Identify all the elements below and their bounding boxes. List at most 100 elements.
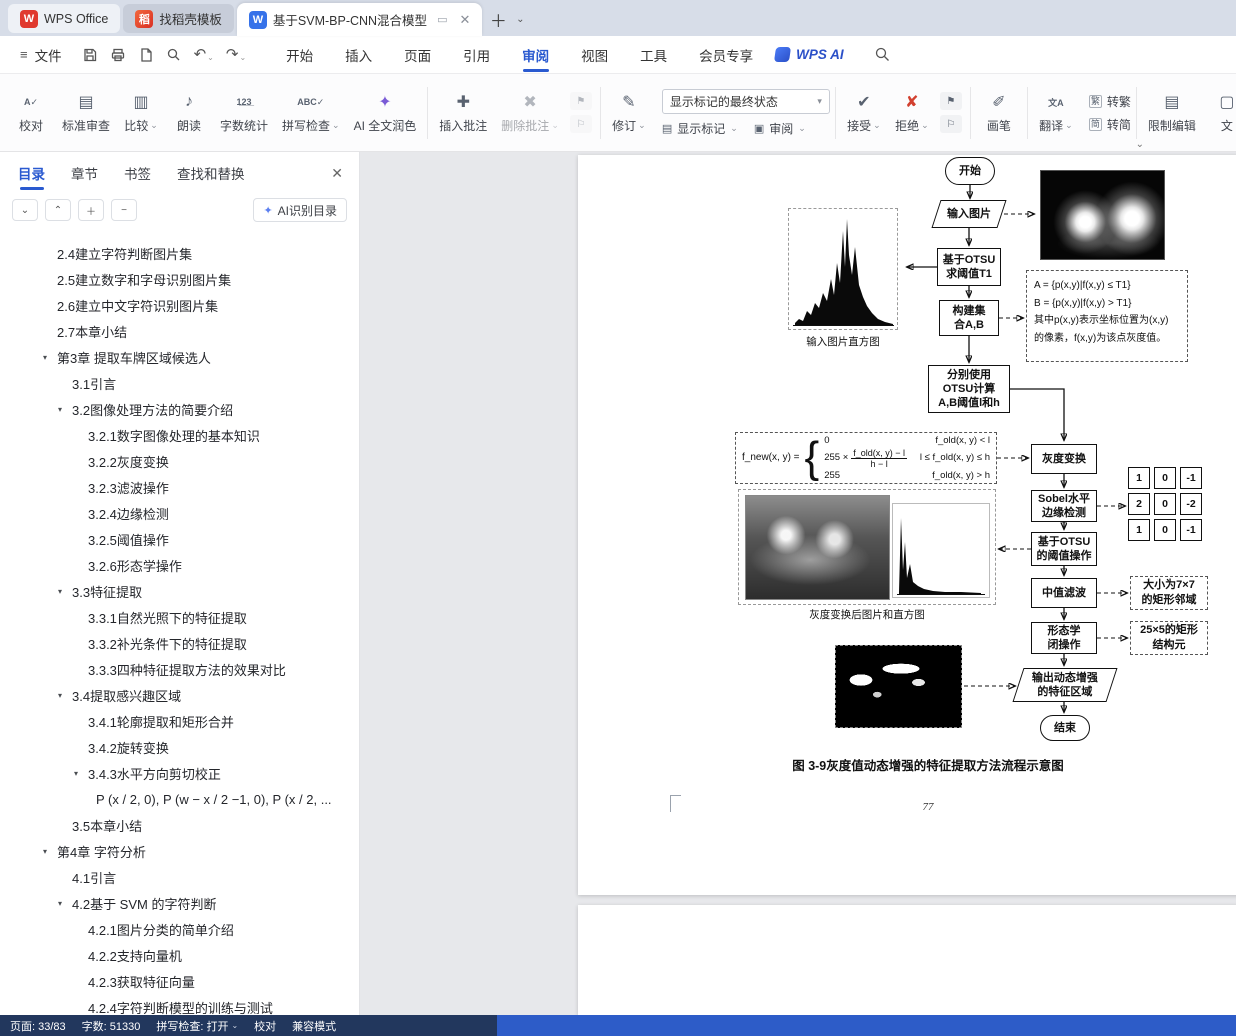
document-page[interactable]: 开始 输入图片 基于OTSU 求阈值T1 输入图片直方图 构建集 合A,B A … bbox=[578, 155, 1236, 895]
toc-item[interactable]: ▾ 3.2.2灰度变换 bbox=[0, 448, 359, 474]
print-preview-button[interactable] bbox=[138, 45, 154, 65]
menu-tab[interactable]: 会员专享 bbox=[683, 36, 769, 73]
pen-button[interactable]: ✐ 画笔 bbox=[976, 82, 1022, 144]
toc-item[interactable]: ▾ 2.6建立中文字符识别图片集 bbox=[0, 292, 359, 318]
proofing-button[interactable]: A✓ 校对 bbox=[8, 82, 54, 144]
toc-item[interactable]: ▾ 3.5本章小结 bbox=[0, 812, 359, 838]
menu-tab[interactable]: 工具 bbox=[624, 36, 683, 73]
collapse-triangle-icon[interactable]: ▾ bbox=[74, 769, 88, 778]
word-count-button[interactable]: 1̲2̲3̲ 字数统计 bbox=[214, 82, 274, 144]
sidebar-tab[interactable]: 章节 bbox=[71, 152, 98, 194]
menu-tab[interactable]: 引用 bbox=[447, 36, 506, 73]
document-area[interactable]: 开始 输入图片 基于OTSU 求阈值T1 输入图片直方图 构建集 合A,B A … bbox=[360, 152, 1236, 1015]
toc-item[interactable]: ▾ 3.2.4边缘检测 bbox=[0, 500, 359, 526]
toc-item[interactable]: ▾ 4.2.4字符判断模型的训练与测试 bbox=[0, 994, 359, 1016]
delete-comment-button[interactable]: ✖ 删除批注 ⌄ bbox=[495, 82, 565, 144]
ai-polish-button[interactable]: ✦ AI 全文润色 bbox=[348, 82, 423, 144]
collapse-ribbon-chevron-icon[interactable]: ⌄ bbox=[1136, 139, 1144, 150]
restrict-editing-button[interactable]: ▤ 限制编辑 bbox=[1142, 82, 1202, 144]
wps-ai-button[interactable]: WPS AI bbox=[774, 47, 844, 62]
menu-tab[interactable]: 审阅 bbox=[506, 36, 565, 73]
close-tab-icon[interactable]: ✕ bbox=[459, 12, 470, 28]
toc-item[interactable]: ▾ 2.5建立数字和字母识别图片集 bbox=[0, 266, 359, 292]
next-document-page[interactable] bbox=[578, 905, 1236, 1015]
toc-item[interactable]: ▾ 3.2.5阈值操作 bbox=[0, 526, 359, 552]
to-simplified-button[interactable]: 简 转简 bbox=[1088, 116, 1131, 133]
file-menu-button[interactable]: ≡ 文件 bbox=[10, 36, 72, 73]
toc-item[interactable]: ▾ 3.3.1自然光照下的特征提取 bbox=[0, 604, 359, 630]
compare-button[interactable]: ▥ 比较 ⌄ bbox=[118, 82, 164, 144]
collapse-triangle-icon[interactable]: ▾ bbox=[58, 899, 72, 908]
sidebar-tab[interactable]: 目录 bbox=[18, 152, 45, 194]
toc-item[interactable]: ▾ 4.2.3获取特征向量 bbox=[0, 968, 359, 994]
toc-item[interactable]: ▾ 3.4提取感兴趣区域 bbox=[0, 682, 359, 708]
previous-revision-icon[interactable]: ⚑ bbox=[939, 92, 962, 110]
sidebar-tab[interactable]: 书签 bbox=[124, 152, 151, 194]
expand-all-button[interactable]: ⌄ bbox=[12, 199, 38, 221]
undo-chevron-icon[interactable]: ⌄ bbox=[207, 53, 214, 62]
redo-button[interactable]: ↷ ⌄ bbox=[226, 47, 246, 62]
track-changes-button[interactable]: ✎ 修订 ⌄ bbox=[606, 82, 652, 144]
translate-button[interactable]: 文A 翻译 ⌄ bbox=[1033, 82, 1079, 144]
tab-document[interactable]: W 基于SVM-BP-CNN混合模型 ▭ ✕ bbox=[236, 3, 483, 36]
word-count-indicator[interactable]: 字数: 51330 bbox=[82, 1018, 141, 1034]
proofing-indicator[interactable]: 校对 bbox=[254, 1018, 276, 1034]
toc-item[interactable]: ▾ 3.3特征提取 bbox=[0, 578, 359, 604]
toc-item[interactable]: ▾ 3.4.3水平方向剪切校正 bbox=[0, 760, 359, 786]
spellcheck-indicator[interactable]: 拼写检查: 打开 ⌄ bbox=[156, 1018, 238, 1034]
collapse-all-button[interactable]: ⌃ bbox=[45, 199, 71, 221]
reject-change-button[interactable]: ✘ 拒绝 ⌄ bbox=[889, 82, 935, 144]
close-sidebar-icon[interactable]: ✕ bbox=[331, 165, 343, 182]
toc-item[interactable]: ▾ 2.4建立字符判断图片集 bbox=[0, 240, 359, 266]
collapse-triangle-icon[interactable]: ▾ bbox=[58, 405, 72, 414]
toc-item[interactable]: ▾ 第3章 提取车牌区域候选人 bbox=[0, 344, 359, 370]
search-button[interactable] bbox=[874, 46, 891, 63]
tab-list-chevron-icon[interactable]: ⌄ bbox=[511, 6, 529, 32]
collapse-triangle-icon[interactable]: ▾ bbox=[43, 353, 57, 362]
previous-comment-icon[interactable]: ⚑ bbox=[569, 92, 592, 110]
print-button[interactable] bbox=[110, 45, 126, 65]
standard-review-button[interactable]: ▤ 标准审查 bbox=[56, 82, 116, 144]
accept-change-button[interactable]: ✔ 接受 ⌄ bbox=[841, 82, 887, 144]
show-markup-button[interactable]: ▤ 显示标记 ⌄ bbox=[662, 120, 738, 137]
toc-item[interactable]: ▾ 3.2.1数字图像处理的基本知识 bbox=[0, 422, 359, 448]
undo-button[interactable]: ↶ ⌄ bbox=[194, 47, 214, 62]
menu-tab[interactable]: 视图 bbox=[565, 36, 624, 73]
page-indicator[interactable]: 页面: 33/83 bbox=[10, 1018, 66, 1034]
insert-comment-button[interactable]: ✚ 插入批注 bbox=[433, 82, 493, 144]
toc-item[interactable]: ▾ 3.1引言 bbox=[0, 370, 359, 396]
to-traditional-button[interactable]: 繁 转繁 bbox=[1088, 93, 1131, 110]
markup-state-select[interactable]: 显示标记的最终状态 ▾ bbox=[661, 88, 830, 114]
toc-item[interactable]: ▾ 4.2.1图片分类的简单介绍 bbox=[0, 916, 359, 942]
clipped-ribbon-button[interactable]: ▢ 文 bbox=[1204, 82, 1236, 144]
toc-item[interactable]: ▾ 3.3.2补光条件下的特征提取 bbox=[0, 630, 359, 656]
menu-tab[interactable]: 插入 bbox=[329, 36, 388, 73]
collapse-triangle-icon[interactable]: ▾ bbox=[58, 587, 72, 596]
review-pane-button[interactable]: ▣ 审阅 ⌄ bbox=[754, 120, 806, 137]
toc-item[interactable]: ▾ 2.7本章小结 bbox=[0, 318, 359, 344]
toc-item[interactable]: ▾ 4.1引言 bbox=[0, 864, 359, 890]
tab-docer-template[interactable]: 稻 找稻壳模板 bbox=[123, 4, 234, 33]
save-button[interactable] bbox=[82, 45, 98, 65]
toc-item[interactable]: ▾ 4.2.2支持向量机 bbox=[0, 942, 359, 968]
toc-item[interactable]: ▾ 3.2.3滤波操作 bbox=[0, 474, 359, 500]
ai-recognize-toc-button[interactable]: ✦ AI识别目录 bbox=[253, 198, 347, 222]
zoom-out-toc-button[interactable]: − bbox=[111, 199, 137, 221]
toc-item[interactable]: ▾ P (x / 2, 0), P (w − x / 2 −1, 0), P (… bbox=[0, 786, 359, 812]
toc-item[interactable]: ▾ 3.4.2旋转变换 bbox=[0, 734, 359, 760]
next-revision-icon[interactable]: ⚐ bbox=[939, 115, 962, 133]
toc-item[interactable]: ▾ 3.4.1轮廓提取和矩形合并 bbox=[0, 708, 359, 734]
toc-item[interactable]: ▾ 3.2.6形态学操作 bbox=[0, 552, 359, 578]
toc-item[interactable]: ▾ 4.2基于 SVM 的字符判断 bbox=[0, 890, 359, 916]
zoom-in-toc-button[interactable]: ＋ bbox=[78, 199, 104, 221]
collapse-triangle-icon[interactable]: ▾ bbox=[43, 847, 57, 856]
spell-check-button[interactable]: ABC✓ 拼写检查 ⌄ bbox=[276, 82, 346, 144]
toc-item[interactable]: ▾ 3.2图像处理方法的简要介绍 bbox=[0, 396, 359, 422]
new-tab-button[interactable]: ＋ bbox=[485, 6, 511, 32]
tab-wps-office[interactable]: W WPS Office bbox=[8, 4, 121, 33]
find-button[interactable] bbox=[166, 45, 182, 65]
collapse-triangle-icon[interactable]: ▾ bbox=[58, 691, 72, 700]
toc-item[interactable]: ▾ 3.3.3四种特征提取方法的效果对比 bbox=[0, 656, 359, 682]
read-aloud-button[interactable]: ♪ 朗读 bbox=[166, 82, 212, 144]
menu-tab[interactable]: 开始 bbox=[270, 36, 329, 73]
